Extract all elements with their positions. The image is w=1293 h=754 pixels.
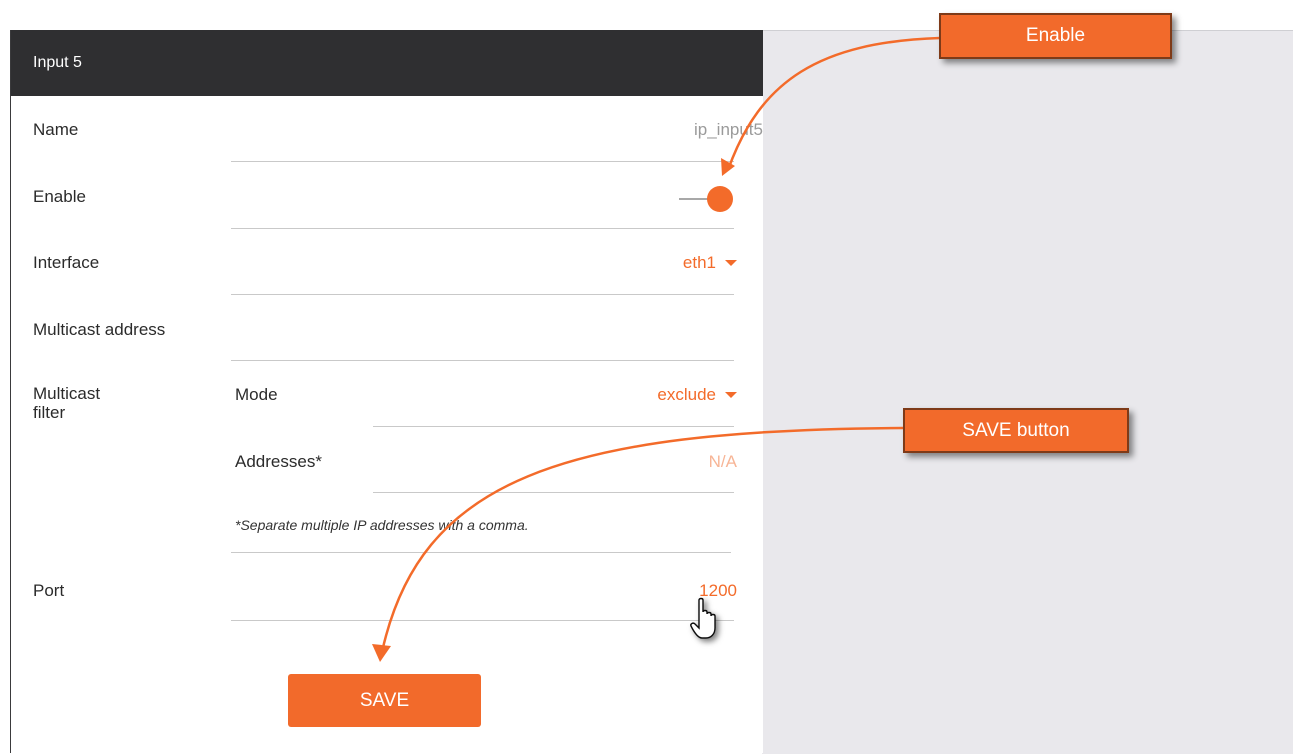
- panel-title: Input 5: [33, 54, 82, 71]
- enable-underline: [231, 228, 734, 229]
- name-field[interactable]: ip_input5: [694, 120, 763, 140]
- name-label: Name: [33, 120, 79, 139]
- multicast-filter-label: Multicast filter: [33, 384, 100, 422]
- multicast-address-label: Multicast address: [33, 320, 166, 339]
- addresses-underline: [373, 492, 734, 493]
- interface-value: eth1: [682, 253, 716, 272]
- port-label: Port: [33, 581, 65, 600]
- save-button[interactable]: SAVE: [288, 674, 481, 727]
- interface-select[interactable]: eth1: [683, 253, 737, 273]
- addresses-label: Addresses*: [235, 452, 322, 471]
- interface-label: Interface: [33, 253, 100, 272]
- enable-toggle-knob[interactable]: [707, 186, 733, 212]
- background-area: [762, 30, 1293, 754]
- port-field[interactable]: 1200: [699, 581, 737, 601]
- save-button-callout: SAVE button: [903, 408, 1129, 453]
- chevron-down-icon: [725, 259, 737, 266]
- enable-label: Enable: [33, 187, 86, 206]
- mode-underline: [373, 426, 734, 427]
- interface-underline: [231, 294, 734, 295]
- enable-toggle-track[interactable]: [679, 198, 709, 200]
- input-settings-panel: Input 5 Name ip_input5 Enable Interface …: [10, 30, 763, 753]
- enable-callout: Enable: [939, 13, 1172, 59]
- filter-underline: [231, 552, 731, 553]
- chevron-down-icon: [725, 391, 737, 398]
- mode-select[interactable]: exclude: [657, 385, 737, 405]
- name-underline: [231, 161, 734, 162]
- mode-value: exclude: [657, 385, 716, 404]
- addresses-hint: *Separate multiple IP addresses with a c…: [235, 517, 529, 533]
- mode-label: Mode: [235, 385, 278, 404]
- multicast-address-underline: [231, 360, 734, 361]
- addresses-field[interactable]: N/A: [709, 452, 737, 472]
- multicast-filter-label-line1: Multicast: [33, 384, 101, 403]
- panel-header: Input 5: [11, 30, 763, 96]
- multicast-filter-label-line2: filter: [33, 403, 66, 422]
- port-underline: [231, 620, 734, 621]
